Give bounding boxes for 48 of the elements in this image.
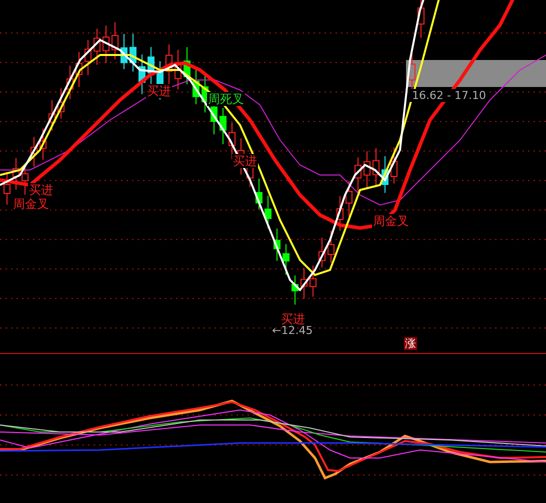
candlestick xyxy=(112,22,118,60)
candlestick xyxy=(94,28,100,66)
candlestick xyxy=(30,136,38,168)
candlestick xyxy=(40,128,46,160)
candlestick xyxy=(84,40,92,76)
candlestick xyxy=(274,228,280,262)
candlestick xyxy=(166,44,172,85)
candlestick xyxy=(138,54,146,95)
candlestick xyxy=(418,0,424,38)
candlestick xyxy=(354,156,362,192)
candlestick xyxy=(346,180,352,217)
signal-label: 周金叉 xyxy=(12,197,50,211)
candlestick xyxy=(300,267,308,300)
signal-label: 周金叉 xyxy=(372,214,410,228)
candlestick xyxy=(174,49,182,90)
rise-badge: 涨 xyxy=(404,337,417,350)
signal-label: 周死叉 xyxy=(207,92,245,106)
low-price-label: ←12.45 xyxy=(272,324,313,337)
candlestick xyxy=(318,237,326,268)
candlestick xyxy=(66,65,74,100)
candlestick xyxy=(282,244,290,276)
candlestick xyxy=(256,178,262,210)
candlestick xyxy=(184,46,190,85)
signal-label: 买进 xyxy=(232,154,258,168)
candlestick xyxy=(228,122,236,160)
candlestick xyxy=(310,265,316,298)
signal-label: 买进 xyxy=(146,84,172,98)
candlestick xyxy=(102,24,110,64)
candlestick xyxy=(22,165,28,196)
candlestick xyxy=(130,33,136,72)
candlestick xyxy=(58,88,64,120)
price-range-label: 16.62 - 17.10 xyxy=(410,89,488,102)
candlestick xyxy=(264,195,272,229)
signal-label: 买进 xyxy=(28,183,54,197)
candlestick xyxy=(48,100,56,132)
candlestick xyxy=(328,230,334,264)
signal-label: 买进 xyxy=(280,312,306,326)
candlestick xyxy=(336,196,344,232)
candlestick xyxy=(292,275,298,306)
candlestick xyxy=(12,158,20,190)
candlestick xyxy=(390,146,398,184)
candlestick xyxy=(220,107,226,145)
candlestick xyxy=(4,171,10,206)
candlestick xyxy=(76,51,82,88)
candlestick xyxy=(120,33,128,70)
candlestick xyxy=(382,156,388,194)
candlestick xyxy=(364,150,370,189)
candlestick xyxy=(372,148,380,186)
